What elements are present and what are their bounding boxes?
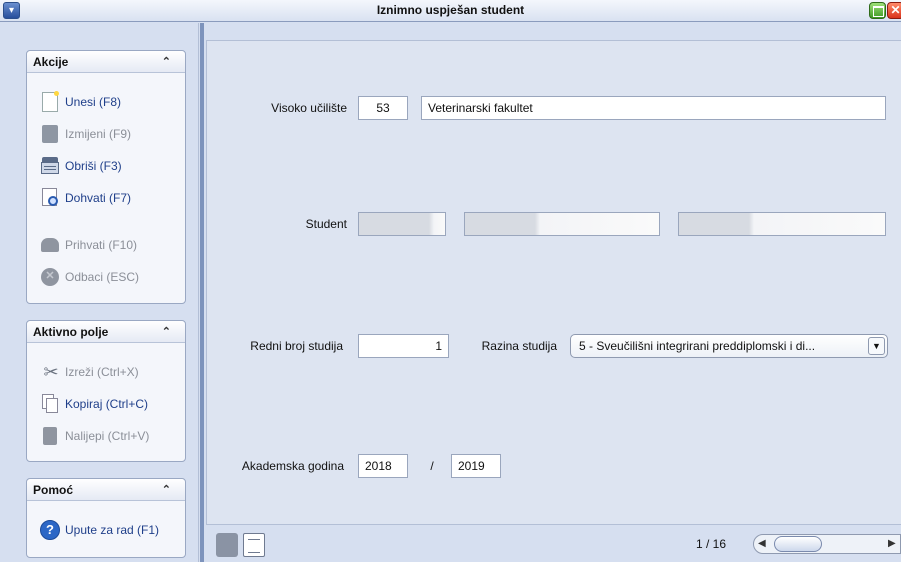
panel-title: Akcije: [33, 55, 69, 69]
paste-icon: [39, 425, 61, 447]
chevron-down-icon[interactable]: ▼: [868, 337, 885, 355]
student-label: Student: [305, 217, 347, 231]
godina-separator: /: [430, 459, 434, 473]
panel-aktivno-polje-header[interactable]: Aktivno polje ⌃: [27, 321, 185, 343]
collapse-icon[interactable]: ⌃: [162, 479, 171, 501]
action-label: Dohvati (F7): [65, 191, 132, 205]
panel-title: Aktivno polje: [33, 325, 109, 339]
student-jmbag-field[interactable]: [358, 212, 446, 236]
visoko-uciliste-label: Visoko učilište: [271, 101, 347, 115]
scroll-thumb[interactable]: [774, 536, 822, 552]
visoko-uciliste-name-field[interactable]: Veterinarski fakultet: [421, 96, 886, 120]
delete-printer-icon: [39, 155, 61, 177]
panel-title: Pomoć: [33, 483, 74, 497]
action-prihvati[interactable]: Prihvati (F10): [39, 234, 185, 256]
form-area: Visoko učilište 53 Veterinarski fakultet…: [206, 40, 901, 524]
student-ime-field[interactable]: [464, 212, 660, 236]
record-scrollbar[interactable]: ◀ ▶: [753, 534, 901, 554]
razina-selected-value: 5 - Sveučilišni integrirani preddiplomsk…: [579, 339, 816, 353]
redni-broj-field[interactable]: 1: [358, 334, 449, 358]
close-button[interactable]: ✕: [887, 2, 901, 19]
action-label: Obriši (F3): [65, 159, 122, 173]
help-icon: ?: [39, 519, 61, 541]
edit-icon: [39, 123, 61, 145]
godina-do-field[interactable]: 2019: [451, 454, 501, 478]
scroll-left-icon[interactable]: ◀: [758, 538, 766, 549]
scissors-icon: ✂: [43, 362, 59, 382]
action-obrisi[interactable]: Obriši (F3): [39, 155, 185, 177]
action-label: Prihvati (F10): [65, 238, 138, 252]
copy-icon: [39, 393, 61, 415]
scroll-right-icon[interactable]: ▶: [888, 538, 896, 549]
action-label: Kopiraj (Ctrl+C): [65, 397, 149, 411]
collapse-icon[interactable]: ⌃: [162, 51, 171, 73]
action-upute[interactable]: ? Upute za rad (F1): [39, 519, 185, 541]
akademska-godina-label: Akademska godina: [241, 459, 344, 473]
collapse-icon[interactable]: ⌃: [162, 321, 171, 343]
panel-aktivno-polje: Aktivno polje ⌃ ✂ Izreži (Ctrl+X) Kopira…: [26, 320, 186, 462]
action-izmijeni[interactable]: Izmijeni (F9): [39, 123, 185, 145]
cancel-icon: [39, 266, 61, 288]
panel-pomoc-header[interactable]: Pomoć ⌃: [27, 479, 185, 501]
action-label: Odbaci (ESC): [65, 270, 140, 284]
sidebar: Akcije ⌃ Unesi (F8) Izmijeni (F9) Obriši…: [0, 23, 199, 562]
panel-akcije: Akcije ⌃ Unesi (F8) Izmijeni (F9) Obriši…: [26, 50, 186, 304]
navigation-bar: 1 / 16 ◀ ▶: [206, 524, 901, 562]
action-label: Izreži (Ctrl+X): [65, 365, 139, 379]
razina-label: Razina studija: [481, 339, 557, 353]
godina-od-field[interactable]: 2018: [358, 454, 408, 478]
action-nalijepi[interactable]: Nalijepi (Ctrl+V): [39, 425, 185, 447]
action-label: Upute za rad (F1): [65, 523, 160, 537]
folder-icon[interactable]: [216, 533, 238, 557]
action-label: Unesi (F8): [65, 95, 122, 109]
panel-pomoc: Pomoć ⌃ ? Upute za rad (F1): [26, 478, 186, 558]
action-label: Izmijeni (F9): [65, 127, 132, 141]
action-odbaci[interactable]: Odbaci (ESC): [39, 266, 185, 288]
search-document-icon: [39, 187, 61, 209]
record-counter: 1 / 16: [696, 537, 727, 551]
action-kopiraj[interactable]: Kopiraj (Ctrl+C): [39, 393, 185, 415]
window-title: Iznimno uspješan student: [376, 3, 525, 17]
maximize-button[interactable]: [869, 2, 886, 19]
redni-broj-label: Redni broj studija: [250, 339, 343, 353]
action-label: Nalijepi (Ctrl+V): [65, 429, 150, 443]
accept-arrow-icon: [39, 234, 61, 256]
action-dohvati[interactable]: Dohvati (F7): [39, 187, 185, 209]
panel-akcije-header[interactable]: Akcije ⌃: [27, 51, 185, 73]
action-izrezi[interactable]: ✂ Izreži (Ctrl+X): [39, 361, 185, 383]
student-prezime-field[interactable]: [678, 212, 886, 236]
razina-select[interactable]: 5 - Sveučilišni integrirani preddiplomsk…: [570, 334, 888, 358]
title-bar: ▾ Iznimno uspješan student ✕: [0, 0, 901, 22]
list-document-icon[interactable]: [243, 533, 265, 557]
new-document-icon: [39, 91, 61, 113]
divider: [200, 23, 204, 562]
action-unesi[interactable]: Unesi (F8): [39, 91, 185, 113]
visoko-uciliste-code-field[interactable]: 53: [358, 96, 408, 120]
